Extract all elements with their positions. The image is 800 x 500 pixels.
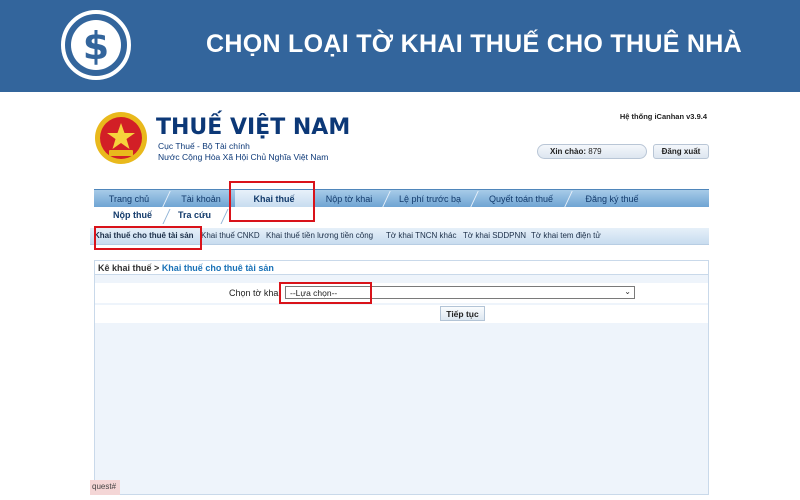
declaration-select-label: Chọn tờ khai — [229, 288, 281, 298]
declaration-form-row: Chọn tờ khai --Lựa chọn-- ⌄ — [95, 283, 708, 303]
svg-text:$: $ — [83, 24, 109, 68]
top-banner: $ CHỌN LOẠI TỜ KHAI THUẾ CHO THUÊ NHÀ — [0, 0, 800, 92]
menu-item-account[interactable]: Tài khoản — [168, 190, 234, 208]
highlight-box-property-rental — [94, 226, 202, 250]
menu-item-submit-declaration[interactable]: Nộp tờ khai — [313, 190, 385, 208]
menu3-item-other-pit[interactable]: Tờ khai TNCN khác — [386, 231, 456, 240]
sub-menu: Nộp thuế Tra cứu — [94, 207, 709, 226]
app-window: THUẾ VIỆT NAM Cục Thuế - Bộ Tài chính Nư… — [90, 97, 709, 495]
greeting-label: Xin chào: — [550, 147, 587, 156]
user-greeting: Xin chào: 879 — [537, 144, 647, 159]
national-emblem-icon — [95, 112, 147, 164]
greeting-user: 879 — [588, 147, 602, 156]
site-subtitle-country: Nước Cộng Hòa Xã Hội Chủ Nghĩa Việt Nam — [158, 152, 329, 162]
continue-button[interactable]: Tiếp tục — [440, 306, 485, 321]
submenu-item-lookup[interactable]: Tra cứu — [178, 210, 211, 220]
submenu-item-pay-tax[interactable]: Nộp thuế — [113, 210, 152, 220]
system-version: Hệ thống iCanhan v3.9.4 — [619, 112, 707, 121]
menu-item-tax-finalization[interactable]: Quyết toán thuế — [476, 190, 566, 208]
main-menu: Trang chủ Tài khoản Khai thuế Nộp tờ kha… — [94, 189, 709, 208]
menu-item-registration-fee[interactable]: Lệ phí trước bạ — [388, 190, 472, 208]
highlight-box-select — [279, 282, 372, 304]
button-row: Tiếp tục — [95, 305, 708, 323]
content-panel: Kê khai thuế > Khai thuế cho thuê tài sả… — [94, 260, 709, 495]
highlight-box-tax-menu — [229, 181, 315, 222]
site-title: THUẾ VIỆT NAM — [156, 115, 351, 140]
logout-button[interactable]: Đăng xuất — [653, 144, 709, 159]
breadcrumb-parent[interactable]: Kê khai thuế — [98, 263, 152, 273]
dollar-coin-icon: $ — [61, 10, 131, 80]
menu3-item-non-agri-land[interactable]: Tờ khai SDDPNN — [463, 231, 526, 240]
breadcrumb: Kê khai thuế > Khai thuế cho thuê tài sả… — [95, 261, 708, 275]
breadcrumb-separator: > — [154, 263, 160, 273]
footer-tag: quest# — [90, 480, 120, 495]
menu-item-home[interactable]: Trang chủ — [94, 190, 164, 208]
site-header: THUẾ VIỆT NAM Cục Thuế - Bộ Tài chính Nư… — [90, 97, 709, 185]
menu3-item-e-stamp[interactable]: Tờ khai tem điện tử — [531, 231, 601, 240]
chevron-down-icon: ⌄ — [624, 287, 631, 296]
menu3-item-business-individual[interactable]: Khai thuế CNKD — [201, 231, 260, 240]
site-subtitle-ministry: Cục Thuế - Bộ Tài chính — [158, 141, 250, 151]
banner-title: CHỌN LOẠI TỜ KHAI THUẾ CHO THUÊ NHÀ — [206, 30, 742, 58]
menu3-item-salary-wage[interactable]: Khai thuế tiền lương tiền công — [266, 231, 373, 240]
breadcrumb-current: Khai thuế cho thuê tài sản — [161, 263, 274, 273]
menu-item-tax-registration[interactable]: Đăng ký thuế — [570, 190, 654, 208]
